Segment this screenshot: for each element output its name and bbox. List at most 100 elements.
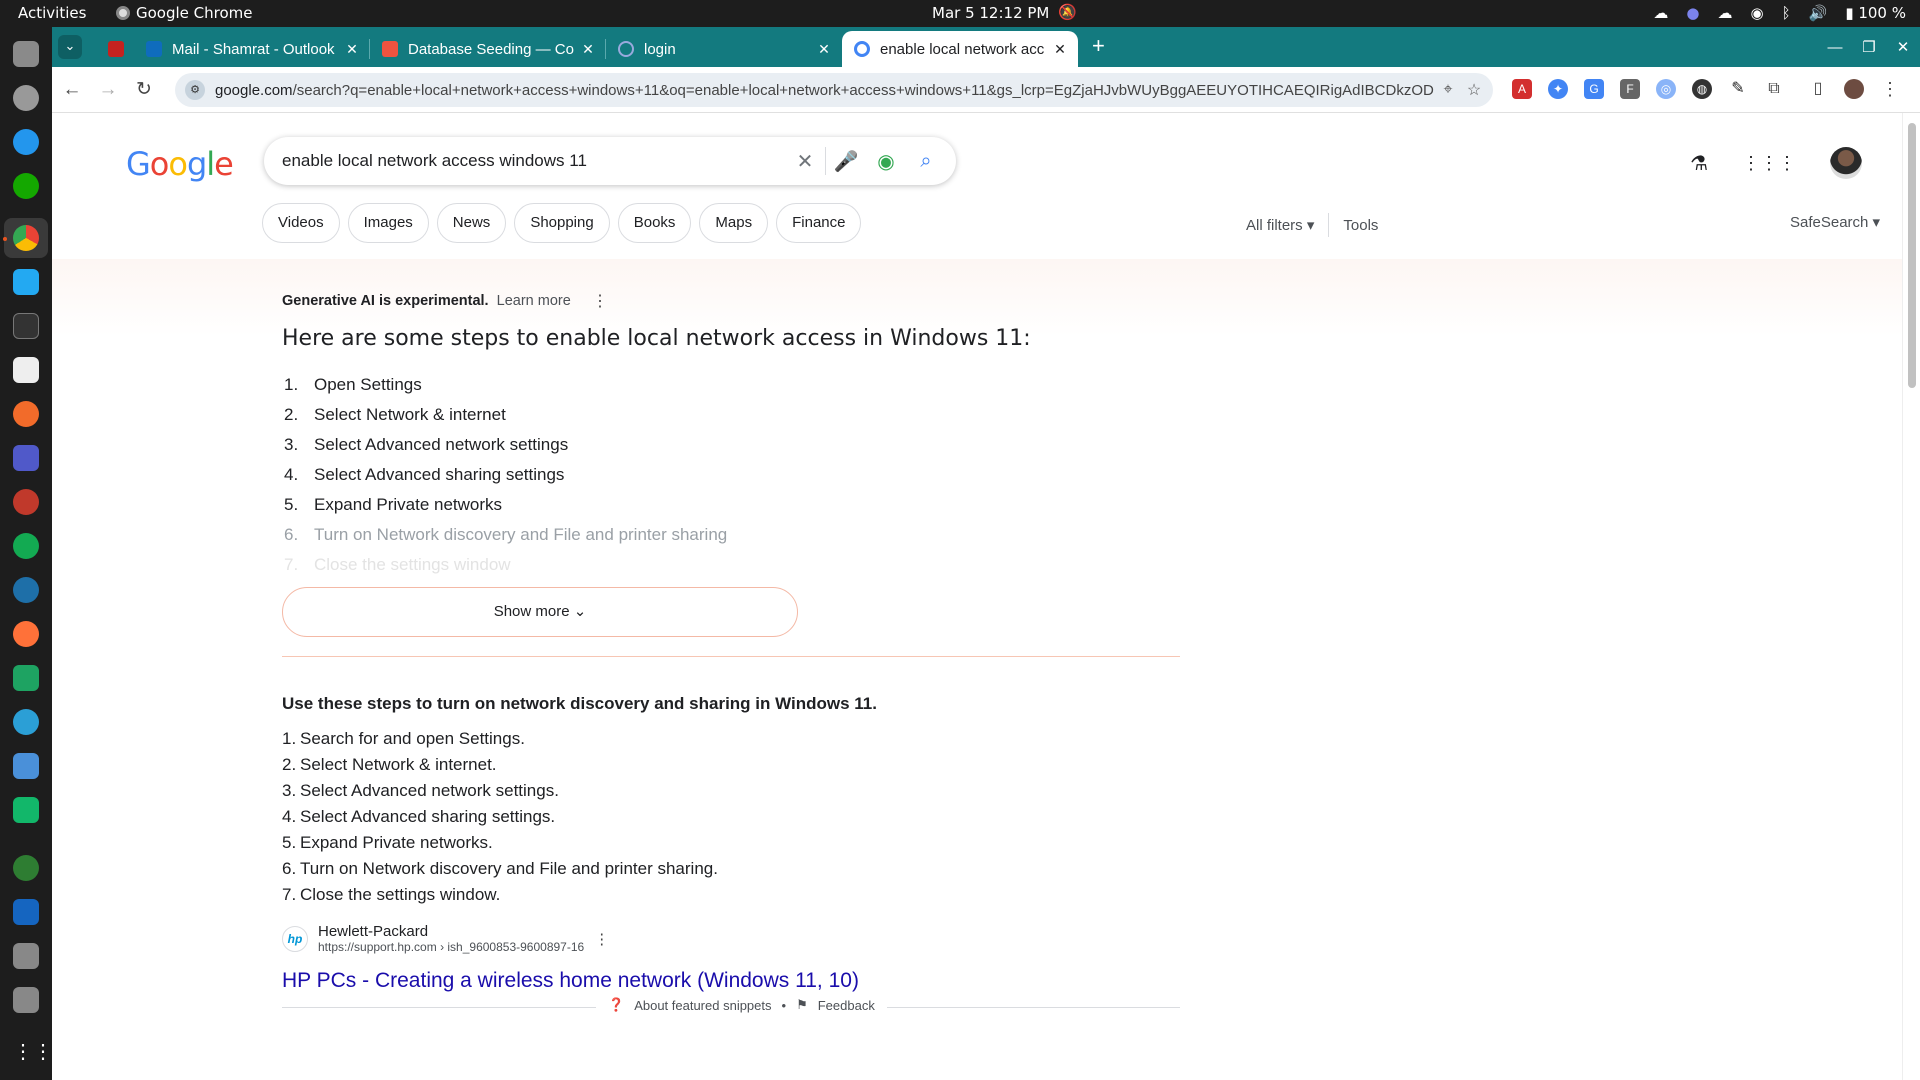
location-icon[interactable]: ⌖ [1435,81,1461,99]
spreadsheet-icon[interactable] [13,665,39,691]
forward-icon[interactable]: → [96,78,120,102]
extension-icon[interactable]: F [1620,79,1640,99]
google-logo[interactable]: Google [126,145,234,183]
tools-button[interactable]: Tools [1343,217,1378,234]
extensions-puzzle-icon[interactable]: ⧉ [1764,79,1784,99]
chat-icon[interactable] [13,797,39,823]
app-icon[interactable] [13,489,39,515]
chip-maps[interactable]: Maps [699,203,769,243]
close-tab-icon[interactable]: ✕ [576,41,600,58]
about-featured-snippets-link[interactable]: About featured snippets [634,998,771,1013]
menu-kebab-icon[interactable]: ⋮ [1880,79,1900,99]
site-info-icon[interactable]: ⚙ [185,80,205,100]
app-icon[interactable] [13,855,39,881]
search-input[interactable]: enable local network access windows 11 [282,151,785,171]
tab-login[interactable]: login ✕ [606,31,842,67]
chevron-down-icon: ⌄ [573,603,587,620]
mongodb-icon[interactable] [13,533,39,559]
app-icon[interactable] [13,899,39,925]
close-tab-icon[interactable]: ✕ [340,41,364,58]
result-source[interactable]: hp Hewlett-Packard https://support.hp.co… [282,923,609,954]
activities-button[interactable]: Activities [18,4,86,22]
tab-database-seeding[interactable]: Database Seeding — Co ✕ [370,31,606,67]
settings-icon[interactable] [13,85,39,111]
text-editor-icon[interactable] [13,753,39,779]
extension-icon[interactable]: ✦ [1548,79,1568,99]
clear-search-icon[interactable]: ✕ [785,149,825,174]
firefox-icon[interactable] [13,621,39,647]
chip-books[interactable]: Books [617,203,692,243]
search-results-page: Google enable local network access windo… [52,113,1902,1080]
feedback-icon: ⚑ [796,997,808,1012]
ai-options-icon[interactable]: ⋮ [592,291,608,311]
labs-flask-icon[interactable]: ⚗ [1690,151,1708,176]
google-icon [854,41,870,57]
disk-icon[interactable] [13,943,39,969]
show-more-button[interactable]: Show more ⌄ [282,587,798,637]
chip-shopping[interactable]: Shopping [514,203,610,243]
minimize-icon[interactable]: — [1818,39,1852,56]
apps-grid-icon[interactable]: ⋮⋮⋮ [1742,153,1796,174]
clock[interactable]: Mar 5 12:12 PM [932,4,1049,22]
lens-search-icon[interactable]: ◉ [866,149,906,174]
system-tray[interactable]: ☁ ● ☁ ◉ ᛒ 🔊 ▮ 100 % [1653,4,1906,22]
result-options-icon[interactable]: ⋮ [594,930,609,948]
translate-icon[interactable]: G [1584,79,1604,99]
app-menu[interactable]: Google Chrome [116,4,253,22]
close-tab-icon[interactable]: ✕ [1048,41,1072,58]
teams-icon[interactable] [13,445,39,471]
voice-search-icon[interactable]: 🎤 [826,149,866,174]
terminal-icon[interactable] [13,313,39,339]
side-panel-icon[interactable]: ▯ [1808,79,1828,99]
reload-icon[interactable]: ↻ [132,78,156,102]
chip-images[interactable]: Images [347,203,429,243]
snippet-footer: ❓ About featured snippets • ⚑ Feedback [596,997,887,1013]
extension-icon[interactable]: A [1512,79,1532,99]
chrome-dock-icon[interactable] [13,225,39,251]
url-text[interactable]: google.com/search?q=enable+local+network… [215,82,1435,99]
tab-outlook[interactable]: Mail - Shamrat - Outlook ✕ [134,31,370,67]
feedback-link[interactable]: Feedback [818,998,875,1013]
all-filters-dropdown[interactable]: All filters ▾ [1246,216,1314,234]
system-top-bar: Activities Google Chrome Mar 5 12:12 PM … [0,0,1920,27]
files-icon[interactable] [13,41,39,67]
maximize-icon[interactable]: ❐ [1852,38,1886,56]
show-apps-icon[interactable]: ⋮⋮⋮ [13,1039,73,1065]
app-icon[interactable] [13,709,39,735]
chip-finance[interactable]: Finance [776,203,862,243]
upwork-icon[interactable] [13,173,39,199]
search-box[interactable]: enable local network access windows 11 ✕… [264,137,956,185]
postman-icon[interactable] [13,401,39,427]
learn-more-link[interactable]: Learn more [497,293,571,309]
docker-icon[interactable] [13,129,39,155]
chip-videos[interactable]: Videos [262,203,340,243]
close-tab-icon[interactable]: ✕ [812,41,836,58]
app-icon[interactable] [13,357,39,383]
profile-avatar[interactable] [1844,79,1864,99]
list-item: 4. Select Advanced sharing settings [284,465,565,484]
new-tab-button[interactable]: + [1092,33,1105,59]
vscode-icon[interactable] [13,269,39,295]
bookmark-star-icon[interactable]: ☆ [1461,80,1487,100]
eyedropper-icon[interactable]: ✎ [1728,79,1748,99]
account-avatar[interactable] [1830,147,1862,179]
scrollbar-thumb[interactable] [1908,123,1916,388]
chip-news[interactable]: News [436,203,507,243]
app-icon[interactable] [13,577,39,603]
list-item: 7. Close the settings window [284,555,511,574]
extension-icon[interactable]: ◍ [1692,79,1712,99]
back-icon[interactable]: ← [60,78,84,102]
ai-disclaimer: Generative AI is experimental. Learn mor… [282,293,608,310]
address-bar[interactable]: ⚙ google.com/search?q=enable+local+netwo… [175,73,1493,107]
result-title-link[interactable]: HP PCs - Creating a wireless home networ… [282,969,859,993]
scrollbar[interactable] [1902,113,1920,1080]
tab-google-search[interactable]: enable local network acc ✕ [842,31,1078,67]
safesearch-dropdown[interactable]: SafeSearch ▾ [1790,213,1880,231]
tab-gmail[interactable] [96,31,134,67]
list-item: 2. Select Network & internet [284,405,506,424]
disk-icon[interactable] [13,987,39,1013]
search-submit-icon[interactable]: ⌕ [906,150,946,173]
tab-search-icon[interactable]: ⌄ [58,35,82,59]
extension-icon[interactable]: ◎ [1656,79,1676,99]
close-window-icon[interactable]: ✕ [1886,38,1920,56]
